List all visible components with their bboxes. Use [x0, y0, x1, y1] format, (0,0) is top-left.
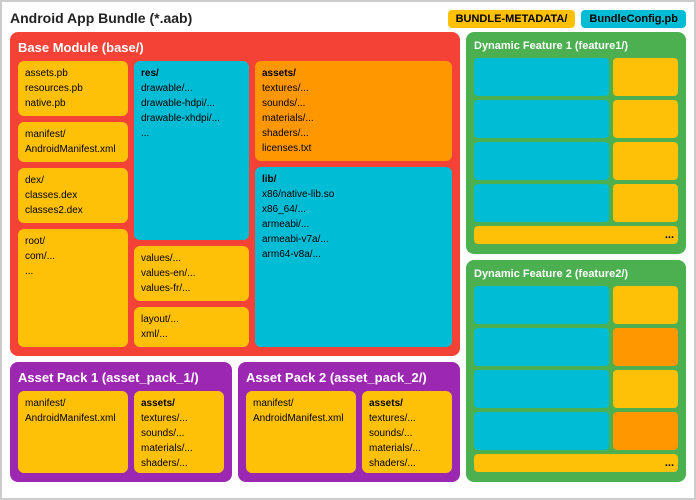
left-section: Base Module (base/) assets.pb resources.… [10, 32, 460, 482]
df2-cell-3 [474, 328, 609, 366]
asset-pack-1: Asset Pack 1 (asset_pack_1/) manifest/ A… [10, 362, 232, 482]
assets-box: assets.pb resources.pb native.pb [18, 61, 128, 116]
asset-pack-1-inner: manifest/ AndroidManifest.xml assets/ te… [18, 391, 224, 473]
df1-cell-5 [474, 142, 609, 180]
lib-box: lib/ x86/native-lib.so x86_64/... armeab… [255, 167, 452, 347]
dynamic-feature-1: Dynamic Feature 1 (feature1/) ... [466, 32, 686, 254]
dynamic-feature-2: Dynamic Feature 2 (feature2/) ... [466, 260, 686, 482]
df2-ellipsis: ... [474, 454, 678, 472]
bundleconfig-badge: BundleConfig.pb [581, 10, 686, 28]
base-col-3: assets/ textures/... sounds/... material… [255, 61, 452, 347]
base-col-1: assets.pb resources.pb native.pb manifes… [18, 61, 128, 347]
df2-title: Dynamic Feature 2 (feature2/) [474, 268, 678, 280]
df1-cell-4 [613, 100, 678, 138]
df2-cell-5 [474, 370, 609, 408]
manifest-box: manifest/ AndroidManifest.xml [18, 122, 128, 162]
df1-cell-8 [613, 184, 678, 222]
main-container: Android App Bundle (*.aab) BUNDLE-METADA… [0, 0, 696, 500]
ap2-assets: assets/ textures/... sounds/... material… [362, 391, 452, 473]
values-box: values/... values-en/... values-fr/... [134, 246, 249, 301]
df1-cell-3 [474, 100, 609, 138]
base-module-title: Base Module (base/) [18, 40, 452, 55]
df2-cell-8 [613, 412, 678, 450]
df2-cell-6 [613, 370, 678, 408]
asset-pack-2-inner: manifest/ AndroidManifest.xml assets/ te… [246, 391, 452, 473]
df2-cell-7 [474, 412, 609, 450]
base-module-inner: assets.pb resources.pb native.pb manifes… [18, 61, 452, 347]
asset-pack-2-title: Asset Pack 2 (asset_pack_2/) [246, 370, 452, 385]
base-module: Base Module (base/) assets.pb resources.… [10, 32, 460, 356]
assets-col3-box: assets/ textures/... sounds/... material… [255, 61, 452, 161]
top-badges: BUNDLE-METADATA/ BundleConfig.pb [448, 10, 686, 28]
df1-cell-1 [474, 58, 609, 96]
asset-pack-1-title: Asset Pack 1 (asset_pack_1/) [18, 370, 224, 385]
asset-packs: Asset Pack 1 (asset_pack_1/) manifest/ A… [10, 362, 460, 482]
df1-cell-6 [613, 142, 678, 180]
bundle-metadata-badge: BUNDLE-METADATA/ [448, 10, 576, 28]
df2-cell-1 [474, 286, 609, 324]
ap1-assets: assets/ textures/... sounds/... material… [134, 391, 224, 473]
asset-pack-2: Asset Pack 2 (asset_pack_2/) manifest/ A… [238, 362, 460, 482]
df2-cell-4 [613, 328, 678, 366]
base-col-2: res/ drawable/... drawable-hdpi/... draw… [134, 61, 249, 347]
layout-box: layout/... xml/... [134, 307, 249, 347]
ap2-manifest: manifest/ AndroidManifest.xml [246, 391, 356, 473]
root-box: root/ com/... ... [18, 229, 128, 347]
df1-cell-7 [474, 184, 609, 222]
dex-box: dex/ classes.dex classes2.dex [18, 168, 128, 223]
df1-ellipsis: ... [474, 226, 678, 244]
df1-cell-2 [613, 58, 678, 96]
df1-title: Dynamic Feature 1 (feature1/) [474, 40, 678, 52]
res-box: res/ drawable/... drawable-hdpi/... draw… [134, 61, 249, 240]
ap1-manifest: manifest/ AndroidManifest.xml [18, 391, 128, 473]
right-section: Dynamic Feature 1 (feature1/) ... [466, 32, 686, 482]
df2-cell-2 [613, 286, 678, 324]
content-area: Base Module (base/) assets.pb resources.… [10, 32, 686, 482]
